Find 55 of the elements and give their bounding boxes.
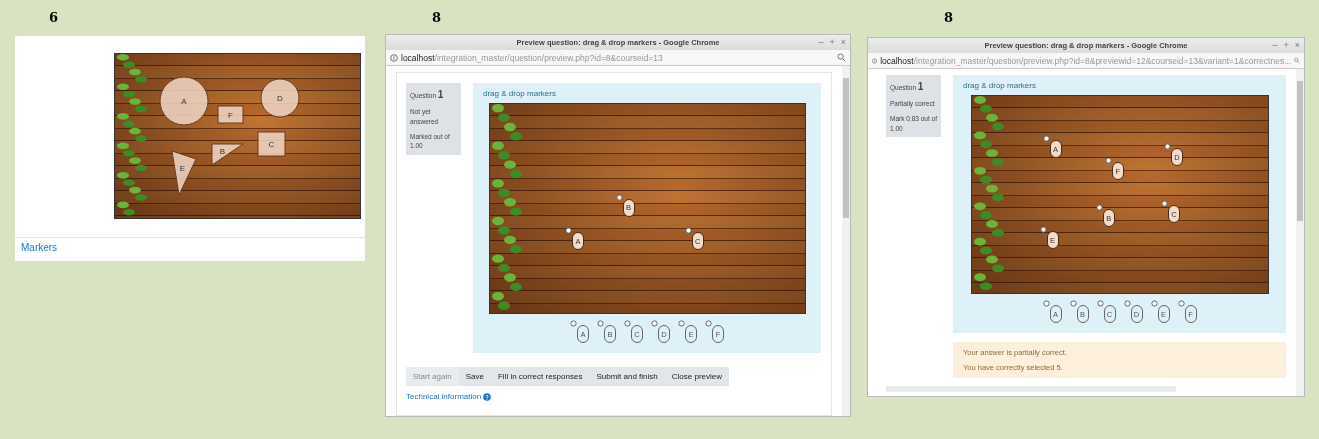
step-number: 8 xyxy=(944,10,955,27)
help-icon[interactable] xyxy=(483,392,492,401)
crosshair-icon xyxy=(1160,200,1168,208)
question-heading: drag & drop markers xyxy=(963,81,1036,90)
technical-info-link[interactable]: Technical information xyxy=(406,392,482,401)
info-icon xyxy=(872,56,878,65)
zoom-icon[interactable] xyxy=(837,53,846,62)
url-text: localhost/integration_master/question/preview.php?id=8&courseid=13 xyxy=(401,52,664,63)
drop-zone-shape: D xyxy=(260,78,300,118)
address-bar[interactable]: localhost/integration_master/question/preview.php?id=8&courseid=13 xyxy=(386,50,850,66)
window-control[interactable]: – xyxy=(818,38,824,47)
crosshair-icon xyxy=(678,320,685,327)
drop-zone-shape: B xyxy=(211,143,244,166)
crosshair-icon xyxy=(1096,300,1104,307)
zoom-icon[interactable] xyxy=(1294,56,1300,65)
scrollbar[interactable] xyxy=(842,66,850,416)
crosshair-icon xyxy=(597,320,604,327)
action-button[interactable]: Close preview xyxy=(664,367,730,386)
crosshair-icon xyxy=(1150,300,1158,307)
scrollbar[interactable] xyxy=(1296,69,1304,396)
crosshair-icon xyxy=(615,193,623,201)
question-heading: drag & drop markers xyxy=(483,89,556,98)
crosshair-icon xyxy=(624,320,631,327)
drop-zone-shape: E xyxy=(171,150,197,196)
crosshair-icon xyxy=(570,320,577,327)
crosshair-icon xyxy=(565,227,573,235)
window-control[interactable]: + xyxy=(1283,41,1289,50)
crosshair-icon xyxy=(1095,204,1103,212)
crosshair-icon xyxy=(1123,300,1131,307)
crosshair-icon xyxy=(1042,135,1050,143)
drop-zone-shape: C xyxy=(257,131,286,157)
window-control[interactable]: + xyxy=(829,38,835,47)
crosshair-icon xyxy=(1163,143,1171,151)
crosshair-icon xyxy=(651,320,658,327)
url-text: localhost/integration_master/question/preview.php?id=8&previewid=12&courseid=13&variant=1&correctnes... xyxy=(880,55,1292,66)
drop-zone-shape: A xyxy=(159,76,209,126)
crosshair-icon xyxy=(1104,157,1112,165)
markers-link[interactable]: Markers xyxy=(21,242,58,253)
window-control[interactable]: × xyxy=(1294,41,1300,50)
crosshair-icon xyxy=(1069,300,1077,307)
crosshair-icon xyxy=(1039,226,1047,233)
step-number: 6 xyxy=(49,10,60,27)
crosshair-icon xyxy=(1177,300,1185,307)
window-control[interactable]: – xyxy=(1272,41,1278,50)
window-control[interactable]: × xyxy=(840,38,846,47)
action-button[interactable]: Submit and finish xyxy=(589,367,665,386)
crosshair-icon xyxy=(705,320,712,327)
address-bar[interactable]: localhost/integration_master/question/preview.php?id=8&previewid=12&courseid=13&variant=1&correctnes... xyxy=(868,53,1304,69)
drop-zone-shape: F xyxy=(217,105,244,124)
step-number: 8 xyxy=(432,10,443,27)
crosshair-icon xyxy=(684,227,692,235)
action-button[interactable]: Fill in correct responses xyxy=(490,367,590,386)
crosshair-icon xyxy=(1042,300,1050,307)
action-button[interactable]: Save xyxy=(458,367,491,386)
info-icon xyxy=(390,53,398,62)
